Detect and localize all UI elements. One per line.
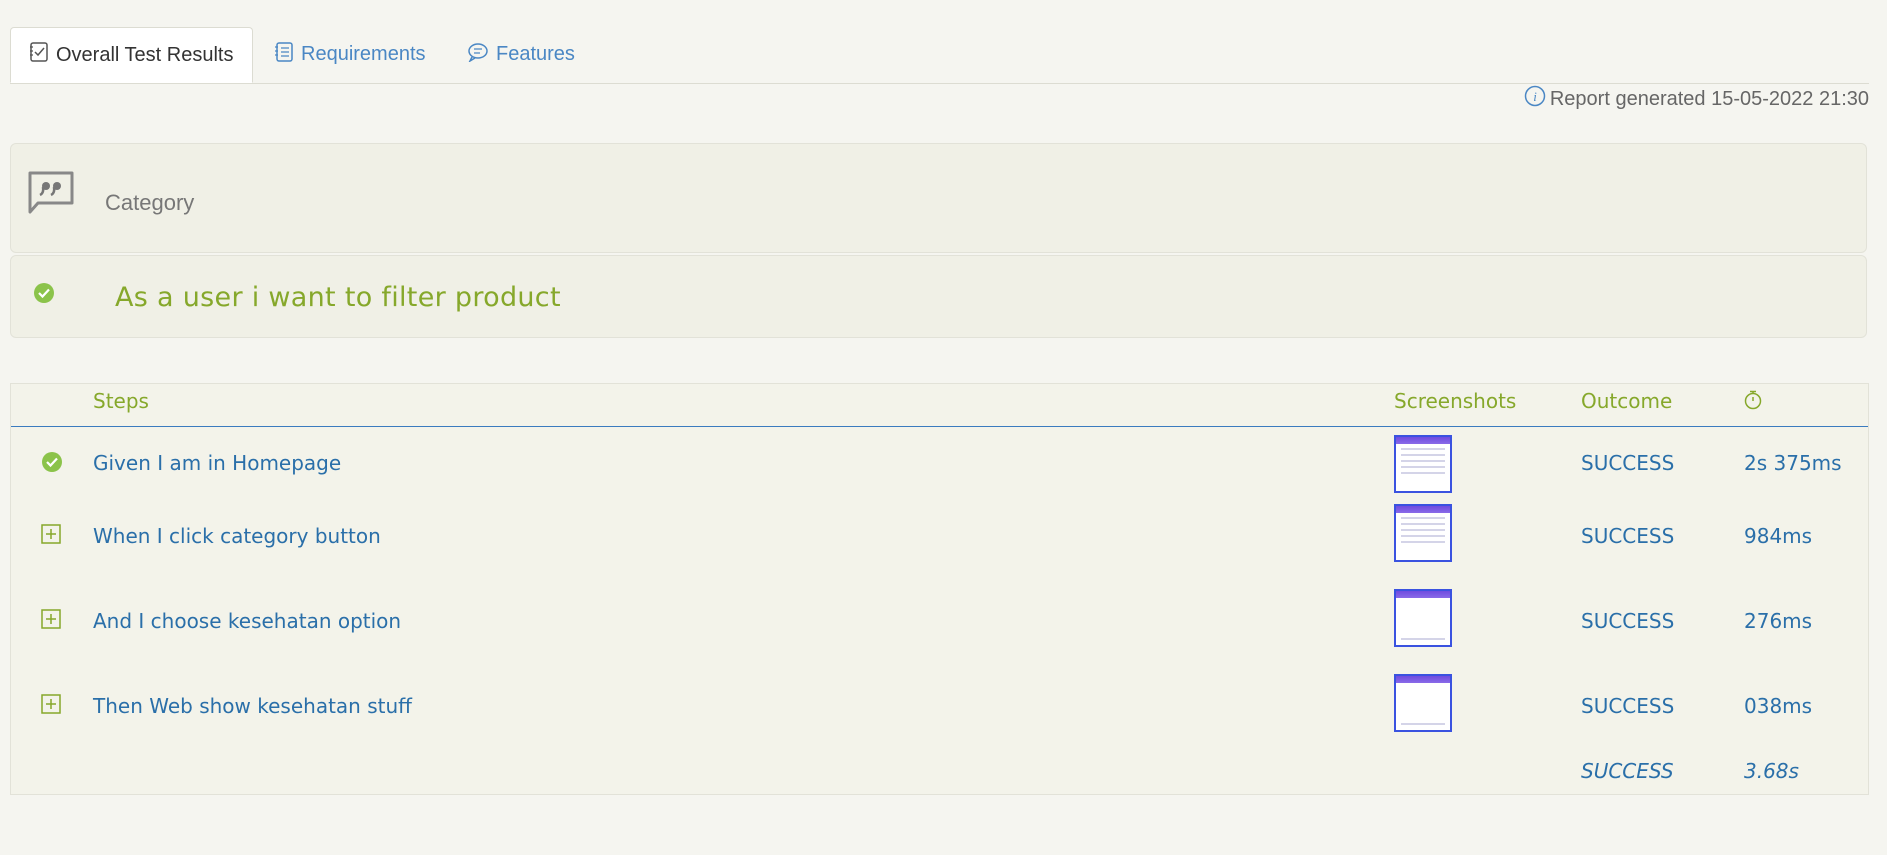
check-circle-icon [33, 282, 55, 309]
table-row: Then Web show kesehatan stuff SUCCESS 03… [11, 672, 1868, 740]
report-generated-text: Report generated 15-05-2022 21:30 [1549, 87, 1869, 110]
svg-text:i: i [1533, 89, 1537, 104]
checklist-icon [30, 42, 56, 68]
steps-table: Steps Screenshots Outcome Given I am in … [10, 383, 1869, 795]
step-outcome: SUCCESS [1581, 524, 1675, 548]
step-outcome: SUCCESS [1581, 694, 1675, 718]
step-duration: 984ms [1744, 524, 1813, 548]
expand-plus-icon[interactable] [41, 524, 61, 549]
step-text: Then Web show kesehatan stuff [93, 694, 412, 718]
table-header: Steps Screenshots Outcome [11, 384, 1868, 427]
tab-label: Overall Test Results [56, 43, 234, 66]
scenario-title: As a user i want to filter product [115, 282, 561, 313]
expand-plus-icon[interactable] [41, 609, 61, 634]
tab-bar: Overall Test Results Requirements Featur… [10, 27, 1869, 84]
check-circle-icon [41, 451, 63, 478]
header-steps: Steps [93, 389, 149, 413]
screenshot-thumbnail[interactable] [1394, 504, 1452, 562]
expand-plus-icon[interactable] [41, 694, 61, 719]
screenshot-thumbnail[interactable] [1394, 674, 1452, 732]
step-outcome: SUCCESS [1581, 451, 1675, 475]
scenario-panel: As a user i want to filter product [10, 255, 1867, 338]
table-total-row: SUCCESS 3.68s [11, 759, 1868, 789]
tab-label: Requirements [301, 43, 426, 65]
tab-requirements[interactable]: Requirements [275, 27, 426, 82]
tab-label: Features [496, 43, 575, 65]
tab-features[interactable]: Features [468, 27, 575, 82]
header-screenshots: Screenshots [1394, 389, 1517, 413]
step-duration: 2s 375ms [1744, 451, 1842, 475]
step-text: When I click category button [93, 524, 381, 548]
comment-icon [468, 42, 496, 68]
tab-overall-test-results[interactable]: Overall Test Results [10, 27, 254, 83]
step-text: And I choose kesehatan option [93, 609, 402, 633]
screenshot-thumbnail[interactable] [1394, 435, 1452, 493]
step-outcome: SUCCESS [1581, 609, 1675, 633]
report-generated: i Report generated 15-05-2022 21:30 [1524, 85, 1869, 113]
screenshot-thumbnail[interactable] [1394, 589, 1452, 647]
stopwatch-icon [1744, 390, 1762, 415]
total-duration: 3.68s [1744, 759, 1799, 783]
book-icon [275, 41, 301, 68]
quote-bubble-icon [27, 170, 75, 219]
info-icon: i [1524, 85, 1550, 113]
step-duration: 038ms [1744, 694, 1813, 718]
table-row: When I click category button SUCCESS 984… [11, 502, 1868, 570]
table-row: And I choose kesehatan option SUCCESS 27… [11, 587, 1868, 655]
table-row: Given I am in Homepage SUCCESS 2s 375ms [11, 432, 1868, 496]
header-outcome: Outcome [1581, 389, 1673, 413]
step-text: Given I am in Homepage [93, 451, 342, 475]
category-panel: Category [10, 143, 1867, 253]
category-label: Category [105, 190, 195, 215]
total-outcome: SUCCESS [1581, 759, 1674, 783]
step-duration: 276ms [1744, 609, 1813, 633]
